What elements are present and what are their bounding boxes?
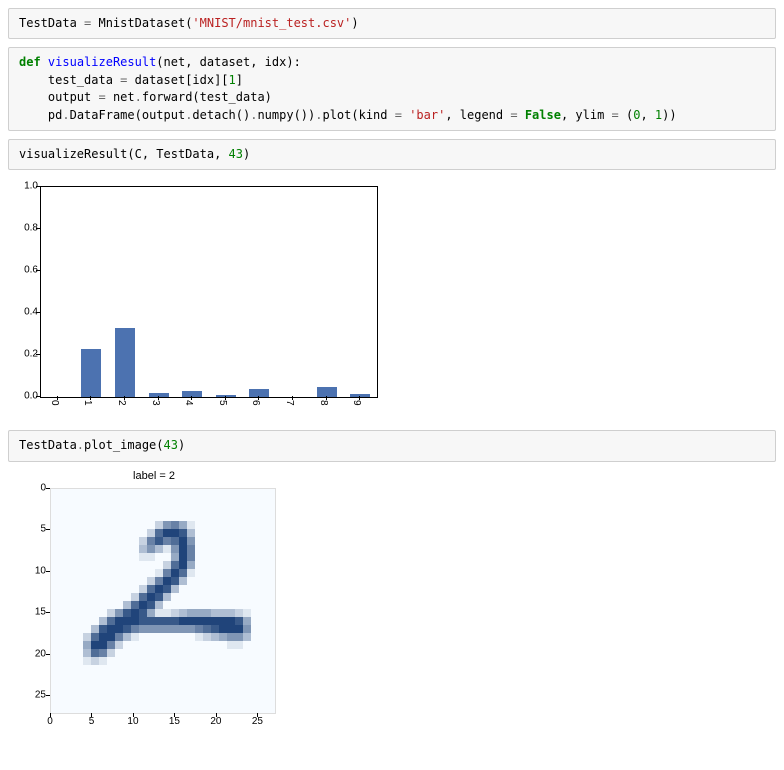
bar-ytick-label: 0.8 — [12, 223, 38, 234]
bar-ytick-label: 0.4 — [12, 307, 38, 318]
img-ytick-label: 5 — [26, 524, 46, 535]
bar — [249, 389, 269, 397]
img-ytick-label: 15 — [26, 607, 46, 618]
bar-ytick-label: 0.6 — [12, 265, 38, 276]
code-cell-3[interactable]: visualizeResult(C, TestData, 43) — [8, 139, 776, 170]
bar-xtick-label: 6 — [250, 400, 261, 412]
bar-xtick-label: 1 — [82, 400, 93, 412]
img-xtick-label: 5 — [89, 716, 95, 727]
img-xtick-label: 25 — [252, 716, 263, 727]
code-text: visualizeResult(C, TestData, 43) — [19, 147, 250, 161]
bar-xtick-label: 9 — [351, 400, 362, 412]
bar-xtick-label: 2 — [116, 400, 127, 412]
bar-xtick-label: 4 — [183, 400, 194, 412]
bar — [350, 394, 370, 397]
output-bar-chart: 0.0 0.2 0.4 0.6 0.8 1.0 0 1 2 3 4 5 6 7 8 9 — [8, 178, 776, 418]
output-image-chart: label = 2 0 5 10 15 20 25 0 5 10 15 20 25 — [8, 470, 776, 750]
code-text: TestData = MnistDataset('MNIST/mnist_tes… — [19, 16, 359, 30]
bar-ytick-label: 0.2 — [12, 349, 38, 360]
code-cell-1[interactable]: TestData = MnistDataset('MNIST/mnist_tes… — [8, 8, 776, 39]
img-xtick-label: 10 — [127, 716, 138, 727]
img-xtick-label: 0 — [47, 716, 53, 727]
bar — [216, 395, 236, 397]
img-xtick-label: 15 — [169, 716, 180, 727]
bar — [81, 349, 101, 397]
bar-xtick-label: 5 — [217, 400, 228, 412]
img-ytick-label: 0 — [26, 482, 46, 493]
bar — [182, 391, 202, 397]
bar — [317, 387, 337, 398]
bar — [149, 393, 169, 397]
img-xtick-label: 20 — [210, 716, 221, 727]
bar-ytick-label: 0.0 — [12, 391, 38, 402]
bar-chart: 0.0 0.2 0.4 0.6 0.8 1.0 0 1 2 3 4 5 6 7 8 9 — [10, 178, 390, 418]
bar-xtick-label: 7 — [284, 400, 295, 412]
bar-ytick-label: 1.0 — [12, 181, 38, 192]
mnist-image-plot: label = 2 0 5 10 15 20 25 0 5 10 15 20 25 — [14, 470, 294, 750]
code-cell-4[interactable]: TestData.plot_image(43) — [8, 430, 776, 461]
bar-xtick-label: 3 — [150, 400, 161, 412]
image-title: label = 2 — [14, 470, 294, 482]
img-ytick-label: 25 — [26, 690, 46, 701]
img-ytick-label: 20 — [26, 648, 46, 659]
img-ytick-label: 10 — [26, 565, 46, 576]
bar-xtick-label: 8 — [318, 400, 329, 412]
bar — [115, 328, 135, 397]
pixel-grid — [51, 489, 275, 713]
code-cell-2[interactable]: def visualizeResult(net, dataset, idx): … — [8, 47, 776, 131]
bar-xtick-label: 0 — [49, 400, 60, 412]
code-text: TestData.plot_image(43) — [19, 438, 185, 452]
code-text: def visualizeResult(net, dataset, idx): … — [19, 55, 677, 121]
